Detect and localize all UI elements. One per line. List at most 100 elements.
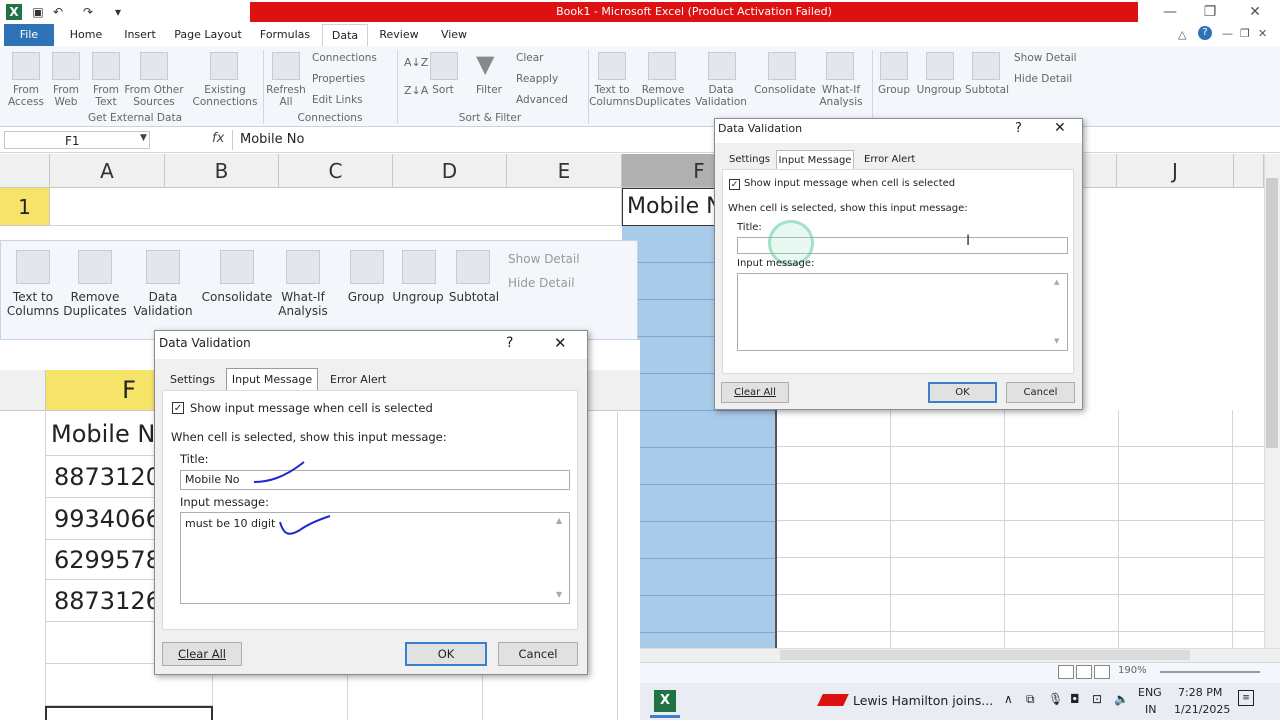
group-icon[interactable] xyxy=(880,52,908,80)
column-header-a[interactable]: A xyxy=(50,154,165,188)
dialog-close-icon[interactable]: ✕ xyxy=(1054,120,1066,136)
dialog-small-help-icon[interactable]: ? xyxy=(506,335,513,351)
column-header-e[interactable]: E xyxy=(507,154,622,188)
zoomed-hide-detail-button[interactable]: Hide Detail xyxy=(508,276,575,290)
zoom-level[interactable]: 190% xyxy=(1118,665,1147,676)
reapply-button[interactable]: Reapply xyxy=(516,73,586,85)
tab-data[interactable]: Data xyxy=(322,24,368,47)
refresh-all-icon[interactable] xyxy=(272,52,300,80)
normal-view-icon[interactable] xyxy=(1058,665,1074,679)
row-1-cells[interactable] xyxy=(50,188,622,226)
show-hidden-icons-icon[interactable]: ∧ xyxy=(1004,692,1013,706)
dialog-small-title-input[interactable]: Mobile No xyxy=(180,470,570,490)
dialog-small-cancel-button[interactable]: Cancel xyxy=(498,642,578,666)
column-header-j[interactable]: J xyxy=(1117,154,1234,188)
doc-minimize-icon[interactable]: — xyxy=(1222,27,1233,40)
dialog-small-tab-settings[interactable]: Settings xyxy=(170,373,215,386)
sort-icon[interactable] xyxy=(430,52,458,80)
news-widget-icon[interactable] xyxy=(817,694,849,706)
tab-review[interactable]: Review xyxy=(376,24,422,46)
zoomed-cell-selected[interactable] xyxy=(45,706,213,720)
ungroup-icon[interactable] xyxy=(926,52,954,80)
tab-formulas[interactable]: Formulas xyxy=(256,24,314,46)
name-box-dropdown-icon[interactable]: ▼ xyxy=(140,133,147,143)
dialog-clear-all-button[interactable]: Clear All xyxy=(721,382,789,403)
tab-page-layout[interactable]: Page Layout xyxy=(172,24,244,46)
sort-az-icon[interactable]: A↓Z xyxy=(404,56,428,69)
network-icon[interactable]: ⊡ xyxy=(1092,692,1102,706)
dialog-cancel-button[interactable]: Cancel xyxy=(1006,382,1075,403)
scroll-down-icon[interactable]: ▼ xyxy=(556,590,562,599)
page-break-view-icon[interactable] xyxy=(1094,665,1110,679)
edit-links-button[interactable]: Edit Links xyxy=(312,94,394,106)
show-detail-button[interactable]: Show Detail xyxy=(1014,52,1094,64)
from-text-icon[interactable] xyxy=(92,52,120,80)
row-header-1[interactable]: 1 xyxy=(0,188,50,226)
zoomed-ungroup-icon[interactable] xyxy=(402,250,436,284)
remove-duplicates-icon[interactable] xyxy=(648,52,676,80)
tab-insert[interactable]: Insert xyxy=(118,24,162,46)
formula-input[interactable]: Mobile No xyxy=(240,130,304,150)
dialog-help-icon[interactable]: ? xyxy=(1015,121,1022,136)
dialog-small-checkbox[interactable]: ✓ xyxy=(172,402,184,414)
region-indicator[interactable]: IN xyxy=(1145,703,1156,716)
name-box[interactable]: F1 xyxy=(4,131,150,149)
advanced-button[interactable]: Advanced xyxy=(516,94,586,106)
filter-icon[interactable]: ▼ xyxy=(476,50,494,78)
doc-restore-icon[interactable]: ❐ xyxy=(1240,27,1250,40)
scroll-down-icon[interactable]: ▼ xyxy=(1054,337,1059,345)
collapse-ribbon-icon[interactable]: △ xyxy=(1178,28,1186,41)
save-icon[interactable]: ▣ xyxy=(30,4,46,20)
dialog-small-clear-all-button[interactable]: Clear All xyxy=(162,642,242,666)
zoomed-subtotal-icon[interactable] xyxy=(456,250,490,284)
scroll-up-icon[interactable]: ▲ xyxy=(1054,278,1059,286)
from-web-icon[interactable] xyxy=(52,52,80,80)
data-validation-icon[interactable] xyxy=(708,52,736,80)
text-to-columns-icon[interactable] xyxy=(598,52,626,80)
clock-date[interactable]: 1/21/2025 xyxy=(1174,703,1230,716)
column-header-b[interactable]: B xyxy=(165,154,279,188)
clear-filter-button[interactable]: Clear xyxy=(516,52,586,64)
insert-function-icon[interactable]: fx xyxy=(212,131,224,146)
zoomed-what-if-icon[interactable] xyxy=(286,250,320,284)
from-access-icon[interactable] xyxy=(12,52,40,80)
existing-connections-icon[interactable] xyxy=(210,52,238,80)
hide-detail-button[interactable]: Hide Detail xyxy=(1014,73,1094,85)
horizontal-scroll-thumb[interactable] xyxy=(780,650,1190,660)
tab-home[interactable]: Home xyxy=(64,24,108,46)
dialog-checkbox[interactable]: ✓ xyxy=(729,179,740,190)
onedrive-icon[interactable]: ⧉ xyxy=(1026,692,1035,707)
dialog-small-close-icon[interactable]: ✕ xyxy=(554,334,567,352)
column-header-k[interactable] xyxy=(1234,154,1264,188)
properties-button[interactable]: Properties xyxy=(312,73,394,85)
clock-time[interactable]: 7:28 PM xyxy=(1178,686,1222,699)
zoomed-group-icon[interactable] xyxy=(350,250,384,284)
zoom-slider[interactable] xyxy=(1160,671,1260,673)
language-indicator[interactable]: ENG xyxy=(1138,686,1162,699)
tab-view[interactable]: View xyxy=(432,24,476,46)
excel-taskbar-icon[interactable]: X xyxy=(654,690,676,712)
doc-close-icon[interactable]: ✕ xyxy=(1258,27,1267,40)
dialog-small-tab-error-alert[interactable]: Error Alert xyxy=(330,373,387,386)
zoomed-consolidate-icon[interactable] xyxy=(220,250,254,284)
dialog-tab-input-message[interactable]: Input Message xyxy=(776,150,854,170)
help-icon[interactable]: ? xyxy=(1198,26,1212,40)
dialog-ok-button[interactable]: OK xyxy=(928,382,997,403)
what-if-analysis-icon[interactable] xyxy=(826,52,854,80)
close-window-icon[interactable]: ✕ xyxy=(1240,2,1270,22)
consolidate-icon[interactable] xyxy=(768,52,796,80)
dialog-input-message-textarea[interactable] xyxy=(737,273,1068,351)
dialog-tab-error-alert[interactable]: Error Alert xyxy=(864,154,915,165)
column-header-d[interactable]: D xyxy=(393,154,507,188)
from-other-sources-icon[interactable] xyxy=(140,52,168,80)
dialog-tab-settings[interactable]: Settings xyxy=(729,154,770,165)
redo-icon[interactable]: ↷ xyxy=(80,4,96,20)
select-all-corner[interactable] xyxy=(0,154,50,188)
dialog-small-input-message-textarea[interactable]: must be 10 digit xyxy=(180,512,570,604)
zoomed-data-validation-icon[interactable] xyxy=(146,250,180,284)
vertical-scroll-thumb[interactable] xyxy=(1266,178,1278,448)
zoomed-text-to-columns-icon[interactable] xyxy=(16,250,50,284)
microphone-icon[interactable]: 🎙 xyxy=(1048,692,1063,706)
notifications-icon[interactable]: ≡ xyxy=(1238,690,1254,706)
dialog-small-tab-input-message[interactable]: Input Message xyxy=(226,368,318,390)
